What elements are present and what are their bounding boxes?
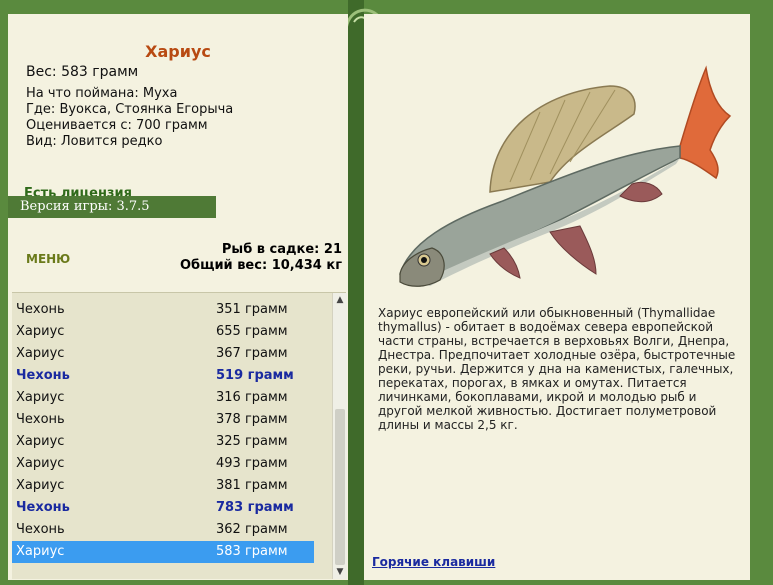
fish-info-panel: Хариус Вес: 583 грамм На что поймана: Му… [8,14,348,580]
kind-info: Вид: Ловится редко [26,134,162,149]
list-item[interactable]: Хариус 316 грамм [12,387,314,409]
catch-list-scrollbar[interactable]: ▲ ▼ [332,293,347,579]
list-item-weight: 362 грамм [216,522,288,537]
bait-label: На что поймана: [26,86,139,101]
list-item-fish-name: Хариус [16,456,65,471]
list-item-weight: 519 грамм [216,368,294,383]
hotkeys-link[interactable]: Горячие клавиши [372,555,495,569]
location-label: Где: [26,102,56,117]
list-item-weight: 351 грамм [216,302,288,317]
list-item-fish-name: Чехонь [16,522,65,537]
list-item-fish-name: Хариус [16,478,65,493]
rated-value: 700 грамм [136,118,208,133]
list-item-fish-name: Хариус [16,544,65,559]
list-item-weight: 783 грамм [216,500,294,515]
kind-label: Вид: [26,134,57,149]
list-item-fish-name: Чехонь [16,500,70,515]
scroll-thumb[interactable] [335,409,345,565]
list-item[interactable]: Хариус 325 грамм [12,431,314,453]
list-item[interactable]: Хариус 655 грамм [12,321,314,343]
list-item[interactable]: Хариус 381 грамм [12,475,314,497]
list-item-fish-name: Хариус [16,346,65,361]
list-item-fish-name: Хариус [16,324,65,339]
rated-info: Оценивается с: 700 грамм [26,118,208,133]
list-item-fish-name: Чехонь [16,412,65,427]
list-item-fish-name: Чехонь [16,368,70,383]
total-weight-label: Общий вес: [179,258,268,273]
total-weight: Общий вес: 10,434 кг [180,258,342,274]
total-weight-value: 10,434 кг [271,258,342,273]
fish-description: Хариус европейский или обыкновенный (Thy… [378,306,736,432]
rated-label: Оценивается с: [26,118,132,133]
list-item[interactable]: Хариус 493 грамм [12,453,314,475]
list-item[interactable]: Хариус 583 грамм [12,541,314,563]
fish-count-value: 21 [323,242,342,257]
list-item-fish-name: Хариус [16,390,65,405]
list-item[interactable]: Чехонь 783 грамм [12,497,314,519]
fish-count: Рыб в садке: 21 [180,242,342,258]
fish-title: Хариус [145,42,211,61]
list-item-fish-name: Чехонь [16,302,65,317]
list-item-weight: 381 грамм [216,478,288,493]
location-info: Где: Вуокса, Стоянка Егорыча [26,102,233,117]
scroll-down-icon[interactable]: ▼ [333,565,347,579]
list-item-fish-name: Хариус [16,434,65,449]
list-item[interactable]: Чехонь 351 грамм [12,299,314,321]
fish-picture-panel: Хариус европейский или обыкновенный (Thy… [364,14,750,580]
kind-value: Ловится редко [60,134,163,149]
catch-stats: Рыб в садке: 21 Общий вес: 10,434 кг [180,242,342,274]
frame-divider [348,0,364,585]
weight-label: Вес: [26,64,57,80]
list-item[interactable]: Чехонь 378 грамм [12,409,314,431]
list-item-weight: 325 грамм [216,434,288,449]
list-item-weight: 367 грамм [216,346,288,361]
fish-weight: Вес: 583 грамм [26,64,138,80]
grayling-fish-image [399,65,732,287]
fish-count-label: Рыб в садке: [221,242,320,257]
catch-list[interactable]: Хариус 583 грамм Чехонь 362 грамм Чехонь 783 … [12,292,347,579]
version-label: Версия игры: 3.7.5 [20,199,150,214]
list-item-weight: 493 грамм [216,456,288,471]
list-item-weight: 378 грамм [216,412,288,427]
list-item-weight: 655 грамм [216,324,288,339]
list-item[interactable]: Хариус 367 грамм [12,343,314,365]
scroll-up-icon[interactable]: ▲ [333,293,347,307]
list-item-weight: 316 грамм [216,390,288,405]
bait-value: Муха [142,86,178,101]
list-item[interactable]: Чехонь 362 грамм [12,519,314,541]
weight-value: 583 грамм [61,64,139,80]
list-item[interactable]: Чехонь 519 грамм [12,365,314,387]
list-item-weight: 583 грамм [216,544,288,559]
location-value: Вуокса, Стоянка Егорыча [59,102,234,117]
menu-button[interactable]: МЕНЮ [26,252,70,266]
version-bar: Версия игры: 3.7.5 [8,196,216,218]
bait-info: На что поймана: Муха [26,86,177,101]
